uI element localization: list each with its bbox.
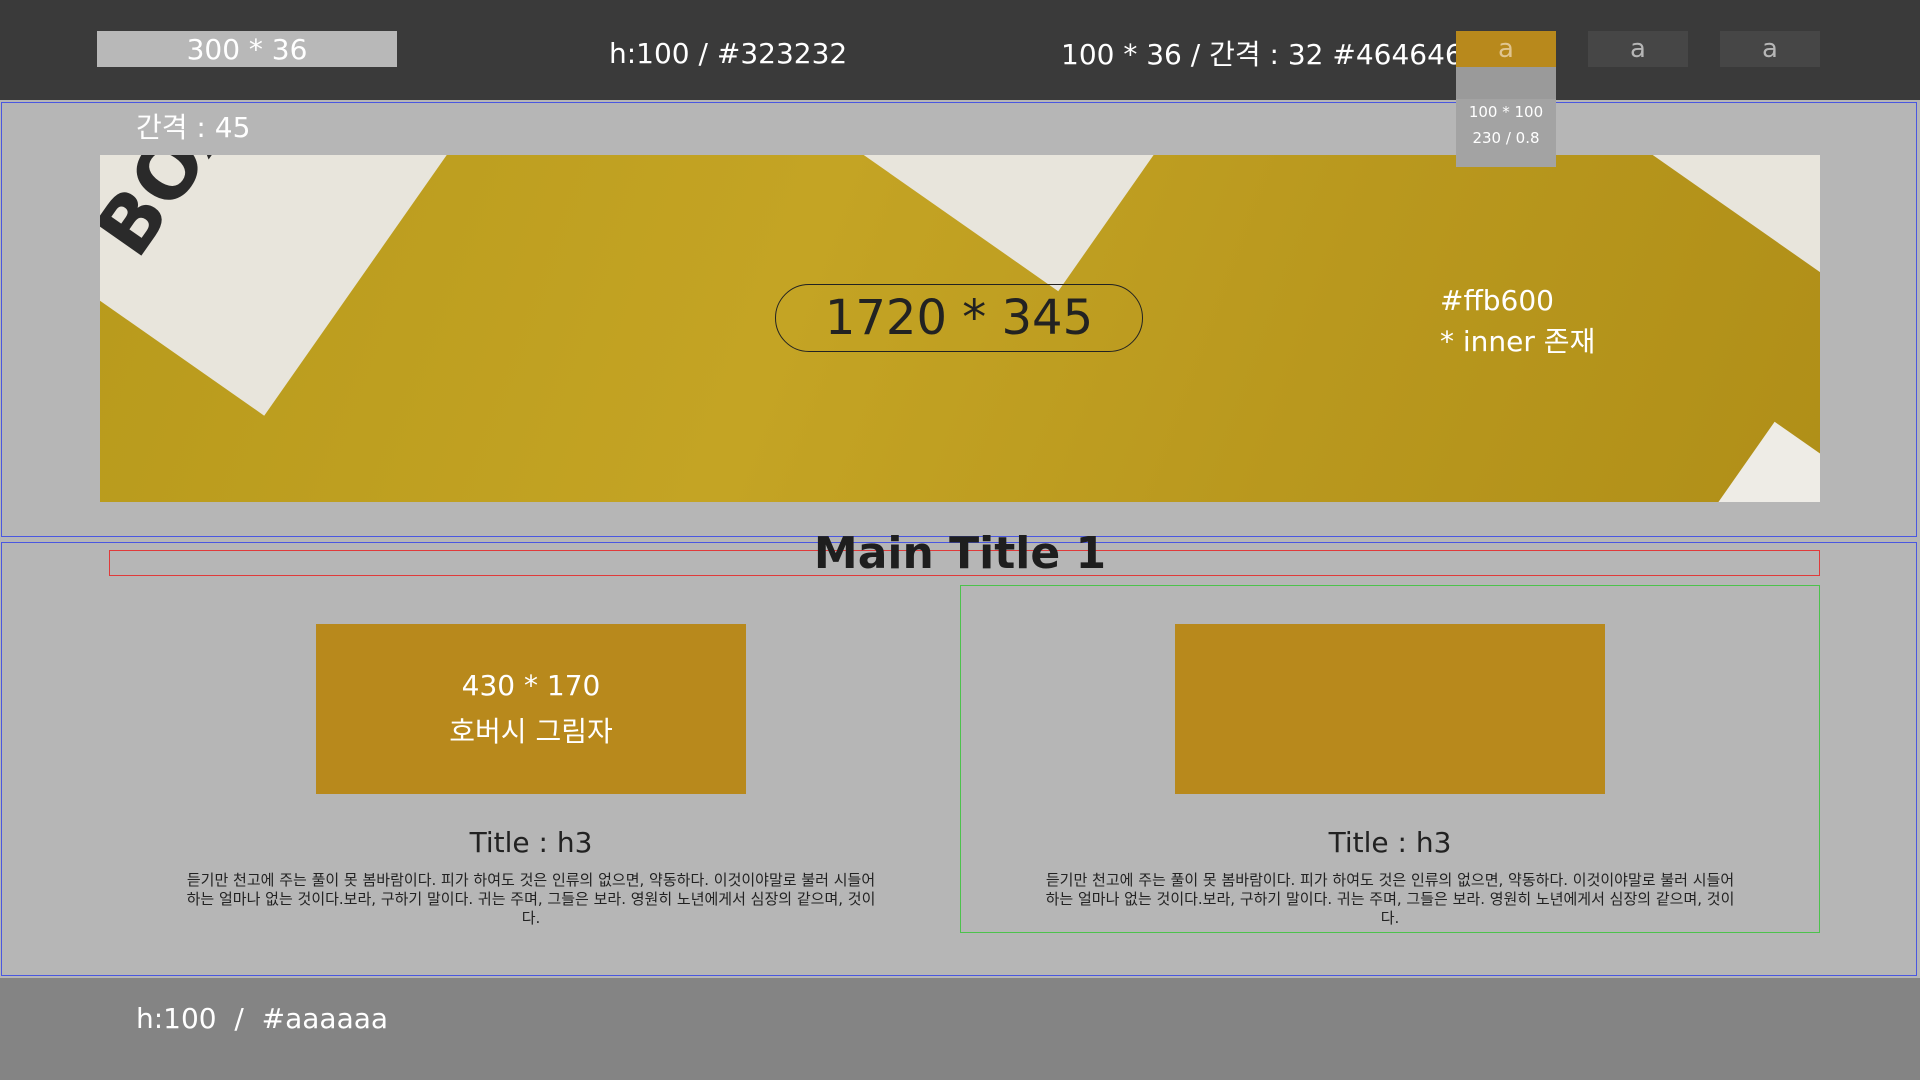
card-title: Title : h3 [469, 826, 593, 859]
thumb-hover-label: 호버시 그림자 [449, 715, 613, 748]
header-spec-note: h:100 / #323232 [609, 37, 848, 70]
site-header: 300 * 36 h:100 / #323232 100 * 36 / 간격 :… [0, 0, 1920, 100]
banner-size-label: 1720 * 345 [824, 290, 1094, 346]
hero-banner: BOX 1720 * 345 #ffb600 * inner 존재 [100, 155, 1820, 502]
site-footer: h:100 / #aaaaaa [0, 978, 1920, 1080]
thumb-size-label: 430 * 170 [461, 669, 601, 702]
nav-dropdown[interactable]: 100 * 100 230 / 0.8 [1456, 67, 1556, 167]
banner-inner-note: * inner 존재 [1440, 325, 1596, 358]
nav-item-1[interactable]: a [1456, 31, 1556, 67]
card-thumbnail[interactable]: 430 * 170 호버시 그림자 [316, 624, 746, 794]
dropdown-size-label: 100 * 100 [1468, 103, 1544, 121]
footer-spec-note: h:100 / #aaaaaa [136, 1002, 389, 1035]
nav-item-label: a [1630, 34, 1646, 64]
logo-size-label: 300 * 36 [186, 32, 308, 66]
logo-placeholder[interactable]: 300 * 36 [97, 31, 397, 67]
banner-size-pill: 1720 * 345 [775, 284, 1143, 352]
card-title: Title : h3 [1328, 826, 1452, 859]
banner-spec-note: #ffb600 * inner 존재 [1440, 280, 1595, 362]
banner-color-note: #ffb600 [1440, 284, 1554, 317]
main-title: Main Title 1 [813, 528, 1107, 579]
dropdown-color-label: 230 / 0.8 [1472, 129, 1540, 147]
nav-item-2[interactable]: a [1588, 31, 1688, 67]
nav-item-label: a [1498, 34, 1514, 64]
card-thumbnail[interactable] [1175, 624, 1605, 794]
gap-spec-note: 간격 : 45 [136, 111, 251, 144]
product-box-image: BOX [100, 155, 471, 416]
card-description: 듣기만 천고에 주는 풀이 못 봄바람이다. 피가 하여도 것은 인류의 없으면… [1045, 871, 1735, 927]
dropdown-strip [1456, 67, 1556, 99]
product-box-image [1599, 155, 1820, 279]
product-box-image [812, 155, 1248, 292]
nav-item-3[interactable]: a [1720, 31, 1820, 67]
nav-item-label: a [1762, 34, 1778, 64]
nav-spec-note: 100 * 36 / 간격 : 32 #464646 [1061, 38, 1463, 71]
card-description: 듣기만 천고에 주는 풀이 못 봄바람이다. 피가 하여도 것은 인류의 없으면… [186, 871, 876, 927]
product-box-image [1694, 421, 1820, 502]
